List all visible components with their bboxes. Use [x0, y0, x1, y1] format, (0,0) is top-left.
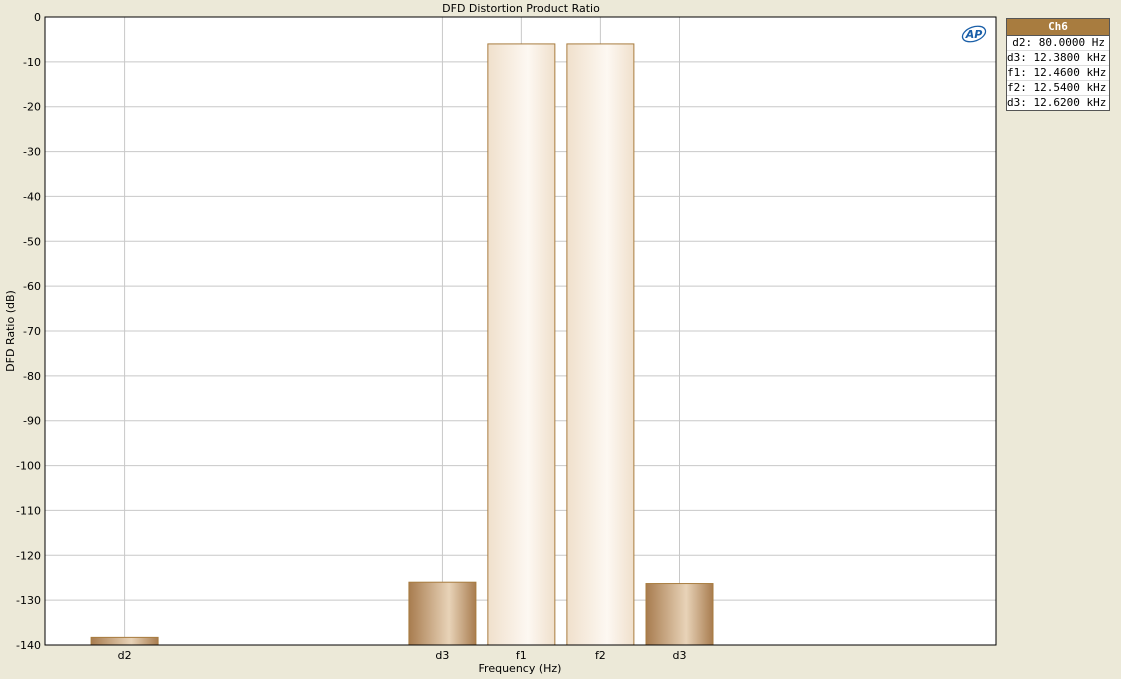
y-tick-label: -10: [23, 56, 41, 69]
y-tick-label: -70: [23, 325, 41, 338]
y-axis-label: DFD Ratio (dB): [4, 290, 17, 372]
y-tick-label: -50: [23, 235, 41, 248]
x-tick-label: d3: [673, 649, 687, 662]
y-tick-label: -40: [23, 190, 41, 203]
legend-entry: d2: 80.0000 Hz: [1007, 36, 1109, 51]
x-tick-label: d3: [435, 649, 449, 662]
legend-entry: d3: 12.3800 kHz: [1007, 51, 1109, 66]
legend-entry: f2: 12.5400 kHz: [1007, 81, 1109, 96]
legend-entry: f1: 12.4600 kHz: [1007, 66, 1109, 81]
bar-d3-4: [645, 583, 714, 646]
bar-d3-1: [408, 581, 477, 646]
legend-entry: d3: 12.6200 kHz: [1007, 96, 1107, 109]
bar-f2-3: [566, 43, 635, 646]
x-tick-label: f1: [516, 649, 527, 662]
dfd-chart: DFD Distortion Product Ratio 0 -10 -20 -30 -…: [4, 2, 997, 675]
channel-legend: Ch6 d2: 80.0000 Hz d3: 12.3800 kHz f1: 12.…: [1006, 18, 1110, 111]
x-axis-label: Frequency (Hz): [479, 662, 562, 675]
dfd-chart-window: DFD Distortion Product Ratio 0 -10 -20 -30 -…: [0, 0, 1121, 679]
y-tick-label: -100: [16, 460, 41, 473]
svg-text:AP: AP: [965, 28, 983, 41]
bar-f1-2: [487, 43, 556, 646]
x-tick-labels: d2 d3 f1 f2 d3: [118, 649, 687, 662]
y-tick-label: 0: [34, 11, 41, 24]
x-tick-label: d2: [118, 649, 132, 662]
y-tick-label: -130: [16, 594, 41, 607]
y-tick-label: -20: [23, 101, 41, 114]
y-tick-label: -30: [23, 146, 41, 159]
legend-rows: d2: 80.0000 Hz d3: 12.3800 kHz f1: 12.4600…: [1007, 36, 1109, 110]
y-tick-labels: 0 -10 -20 -30 -40 -50 -60 -70 -80 -90 -100 -110 -120…: [16, 11, 41, 652]
y-tick-label: -140: [16, 639, 41, 652]
y-tick-label: -110: [16, 504, 41, 517]
legend-header: Ch6: [1007, 19, 1109, 36]
y-tick-label: -80: [23, 370, 41, 383]
bar-d2-0: [90, 636, 159, 646]
y-tick-label: -60: [23, 280, 41, 293]
y-tick-label: -90: [23, 415, 41, 428]
x-tick-label: f2: [595, 649, 606, 662]
y-tick-label: -120: [16, 549, 41, 562]
chart-title: DFD Distortion Product Ratio: [442, 2, 600, 15]
